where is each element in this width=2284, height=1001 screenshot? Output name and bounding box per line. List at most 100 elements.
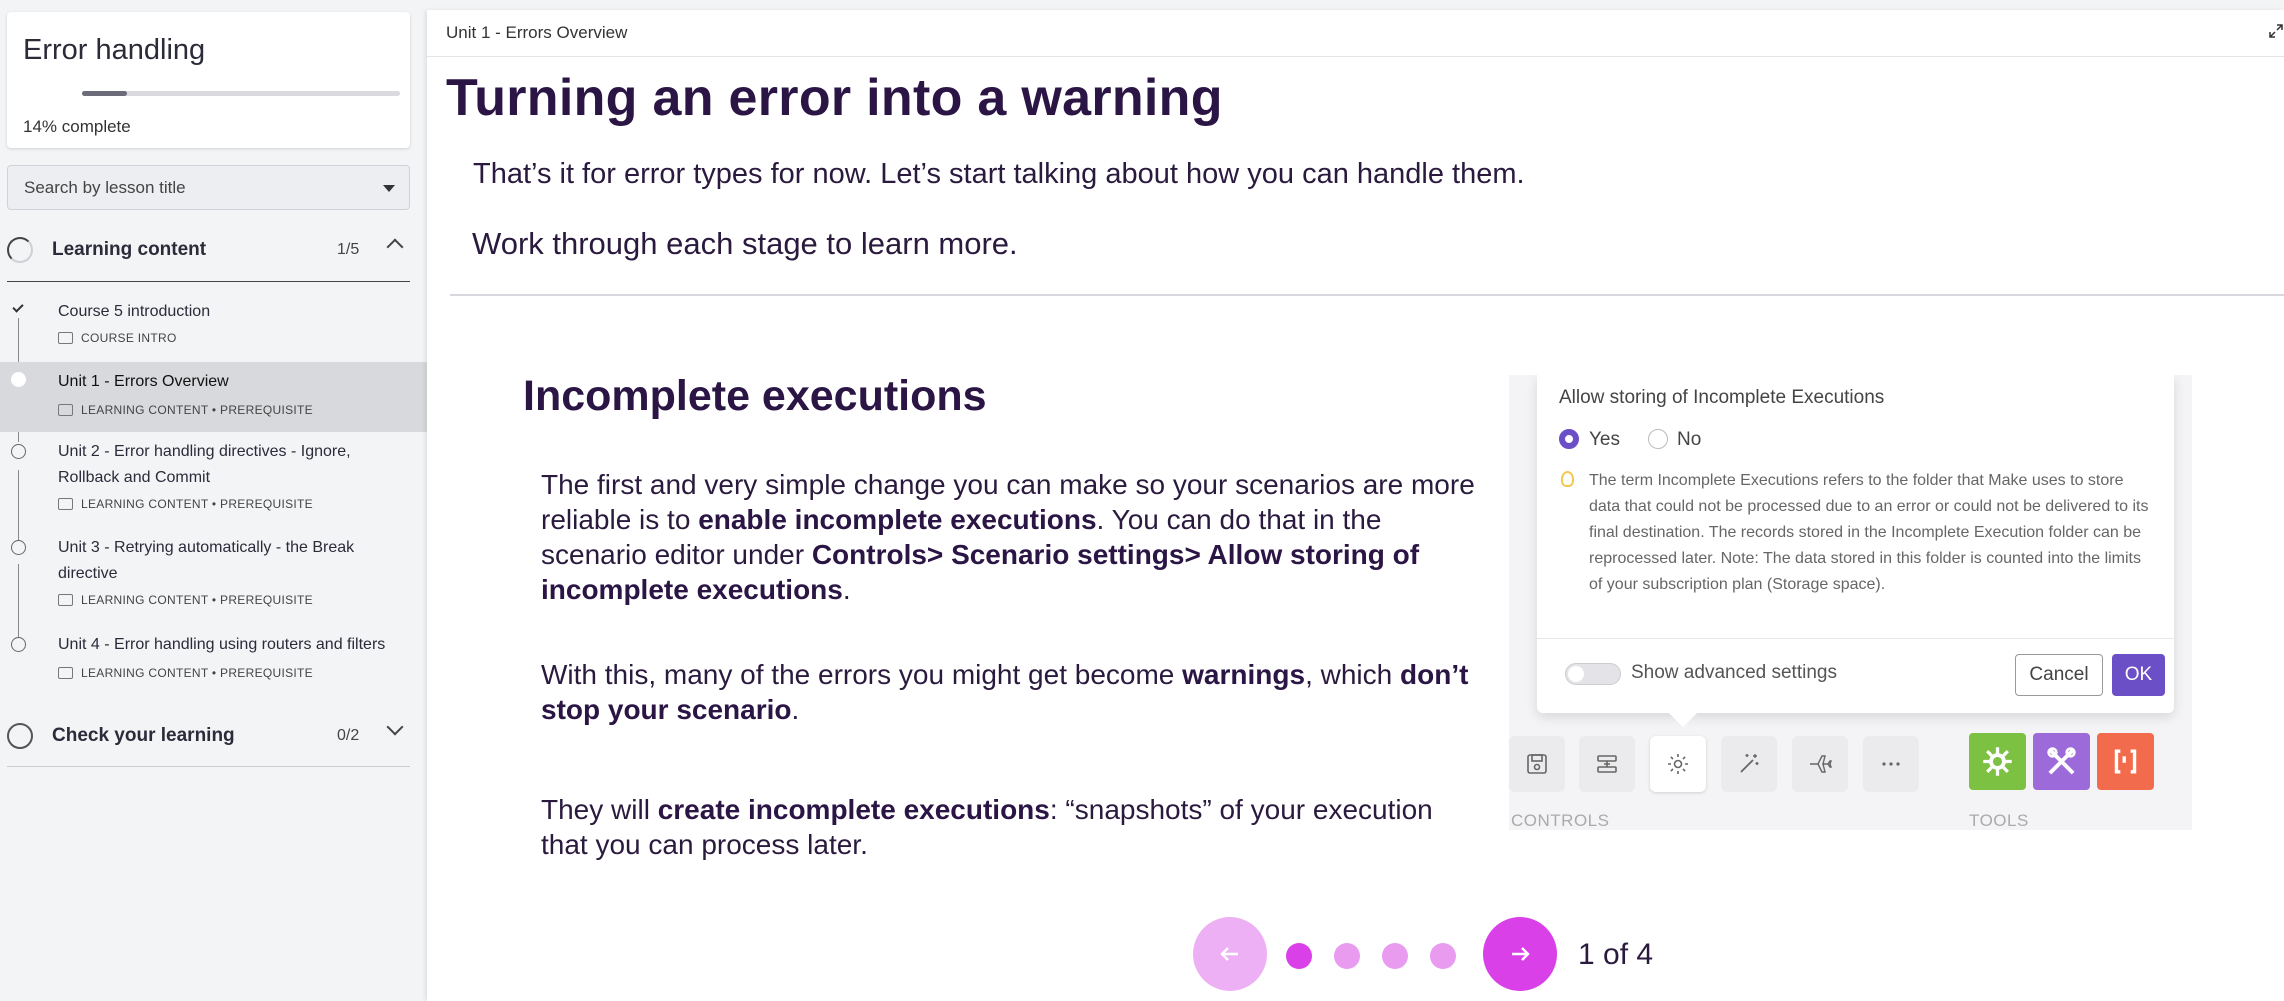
emphasis: enable incomplete executions: [698, 504, 1097, 535]
lesson-meta: LEARNING CONTENT • PREREQUISITE: [58, 593, 313, 607]
lesson-item-course-intro[interactable]: Course 5 introduction COURSE INTRO: [0, 296, 427, 352]
status-dot-icon: [11, 372, 26, 387]
lesson-title: Course 5 introduction: [58, 303, 211, 320]
lesson-title: Unit 2 - Error handling directives - Ign…: [58, 443, 351, 486]
content-divider: [450, 294, 2284, 296]
lesson-meta: LEARNING CONTENT • PREREQUISITE: [58, 497, 313, 511]
advanced-label: Show advanced settings: [1631, 662, 1837, 683]
expand-icon[interactable]: [2269, 24, 2283, 38]
lesson-meta-text: LEARNING CONTENT • PREREQUISITE: [81, 593, 313, 607]
text: With this, many of the errors you might …: [541, 659, 1183, 690]
learning-content-icon: [58, 594, 73, 606]
lesson-title: Unit 1 - Errors Overview: [58, 373, 229, 390]
dialog-hint: The term Incomplete Executions refers to…: [1589, 472, 2149, 593]
lesson-item-unit-4[interactable]: Unit 4 - Error handling using routers an…: [0, 630, 427, 686]
dialog-title: Allow storing of Incomplete Executions: [1559, 387, 1885, 408]
text: .: [842, 574, 851, 605]
lesson-item-unit-3[interactable]: Unit 3 - Retrying automatically - the Br…: [0, 533, 427, 619]
section-divider: [7, 766, 410, 767]
app: Error handling 14% complete Search by le…: [0, 0, 2284, 1001]
scenario-settings-screenshot: Allow storing of Incomplete Executions Y…: [1509, 375, 2192, 830]
lesson-content: Unit 1 - Errors Overview Turning an erro…: [427, 10, 2284, 1001]
course-title: Error handling: [23, 34, 206, 66]
status-dot-icon: [11, 540, 26, 555]
emphasis: warnings: [1182, 659, 1306, 690]
section-learning-content[interactable]: Learning content 1/5: [0, 225, 410, 275]
slide-title: Incomplete executions: [523, 372, 987, 420]
dialog-ok-button: OK: [2112, 654, 2165, 696]
section-divider: [7, 281, 410, 282]
lesson-meta: COURSE INTRO: [58, 331, 177, 345]
gear-icon: [1650, 736, 1706, 792]
dialog-divider: [1537, 638, 2174, 639]
lesson-item-unit-1[interactable]: Unit 1 - Errors Overview LEARNING CONTEN…: [0, 362, 427, 432]
text: , which: [1305, 659, 1401, 690]
status-dot-icon: [11, 444, 26, 459]
pager-dot-1[interactable]: [1286, 943, 1312, 969]
page-count: 1 of 4: [1578, 938, 1654, 971]
lesson-meta: LEARNING CONTENT • PREREQUISITE: [58, 666, 313, 680]
lesson-item-unit-2[interactable]: Unit 2 - Error handling directives - Ign…: [0, 436, 427, 522]
caret-down-icon: [383, 185, 395, 192]
breadcrumb-bar: Unit 1 - Errors Overview: [427, 10, 2284, 57]
section-label: Check your learning: [52, 725, 235, 746]
next-button[interactable]: [1483, 917, 1557, 991]
text: .: [791, 694, 800, 725]
more-icon: [1863, 736, 1919, 792]
chevron-up-icon[interactable]: [386, 238, 404, 256]
lesson-meta: LEARNING CONTENT • PREREQUISITE: [58, 403, 313, 417]
lesson-meta-text: LEARNING CONTENT • PREREQUISITE: [81, 403, 313, 417]
pager-dot-4[interactable]: [1430, 943, 1456, 969]
previous-button[interactable]: [1193, 917, 1267, 991]
chevron-down-icon[interactable]: [386, 718, 404, 736]
arrow-right-icon: [1512, 947, 1530, 961]
learning-content-icon: [58, 667, 73, 679]
tools-gear-icon: [1969, 733, 2026, 790]
pager-dot-2[interactable]: [1334, 943, 1360, 969]
text: They will: [541, 794, 658, 825]
dialog-cancel-button: Cancel: [2015, 654, 2103, 696]
section-check-your-learning[interactable]: Check your learning 0/2: [0, 711, 410, 761]
settings-dialog: Allow storing of Incomplete Executions Y…: [1537, 375, 2174, 713]
slide-paragraph-1: The first and very simple change you can…: [541, 467, 1481, 607]
lesson-meta-text: COURSE INTRO: [81, 331, 177, 345]
radio-yes: [1559, 429, 1579, 449]
progress-ring-icon: [7, 237, 33, 263]
lesson-title: Unit 3 - Retrying automatically - the Br…: [58, 539, 355, 582]
progress-bar: [82, 91, 400, 96]
learning-content-icon: [58, 404, 73, 416]
radio-no: [1648, 429, 1668, 449]
tools-bracket-icon: [2097, 733, 2154, 790]
arrow-left-icon: [1220, 947, 1238, 961]
pager-dot-3[interactable]: [1382, 943, 1408, 969]
emphasis: create incomplete executions: [657, 794, 1050, 825]
status-dot-icon: [11, 637, 26, 652]
progress-text: 14% complete: [23, 117, 131, 137]
intro-text: That’s it for error types for now. Let’s…: [473, 158, 1525, 190]
save-icon: [1509, 736, 1565, 792]
progress-fill: [82, 91, 127, 96]
radio-no-label: No: [1677, 429, 1702, 450]
course-card: Error handling 14% complete: [7, 12, 410, 148]
radio-yes-label: Yes: [1589, 429, 1620, 450]
page-title: Turning an error into a warning: [446, 69, 1223, 127]
tools-label: TOOLS: [1969, 811, 2029, 830]
lesson-meta-text: LEARNING CONTENT • PREREQUISITE: [81, 666, 313, 680]
course-intro-icon: [58, 332, 73, 344]
lesson-title: Unit 4 - Error handling using routers an…: [58, 636, 386, 653]
tools-wrench-icon: [2033, 733, 2090, 790]
section-count: 0/2: [337, 727, 360, 744]
airplane-icon: [1792, 736, 1848, 792]
check-icon: [12, 301, 24, 313]
progress-suffix: complete: [57, 117, 131, 136]
learning-content-icon: [58, 498, 73, 510]
search-placeholder: Search by lesson title: [24, 178, 186, 197]
slide-paragraph-2: With this, many of the errors you might …: [541, 657, 1481, 727]
breadcrumb: Unit 1 - Errors Overview: [446, 23, 628, 42]
controls-label: CONTROLS: [1511, 811, 1610, 830]
slide-paragraph-3: They will create incomplete executions: …: [541, 792, 1481, 862]
lightbulb-icon: [1561, 471, 1574, 487]
magic-wand-icon: [1721, 736, 1777, 792]
lesson-search-select[interactable]: Search by lesson title: [7, 165, 410, 210]
scenario-io-icon: [1579, 736, 1635, 792]
